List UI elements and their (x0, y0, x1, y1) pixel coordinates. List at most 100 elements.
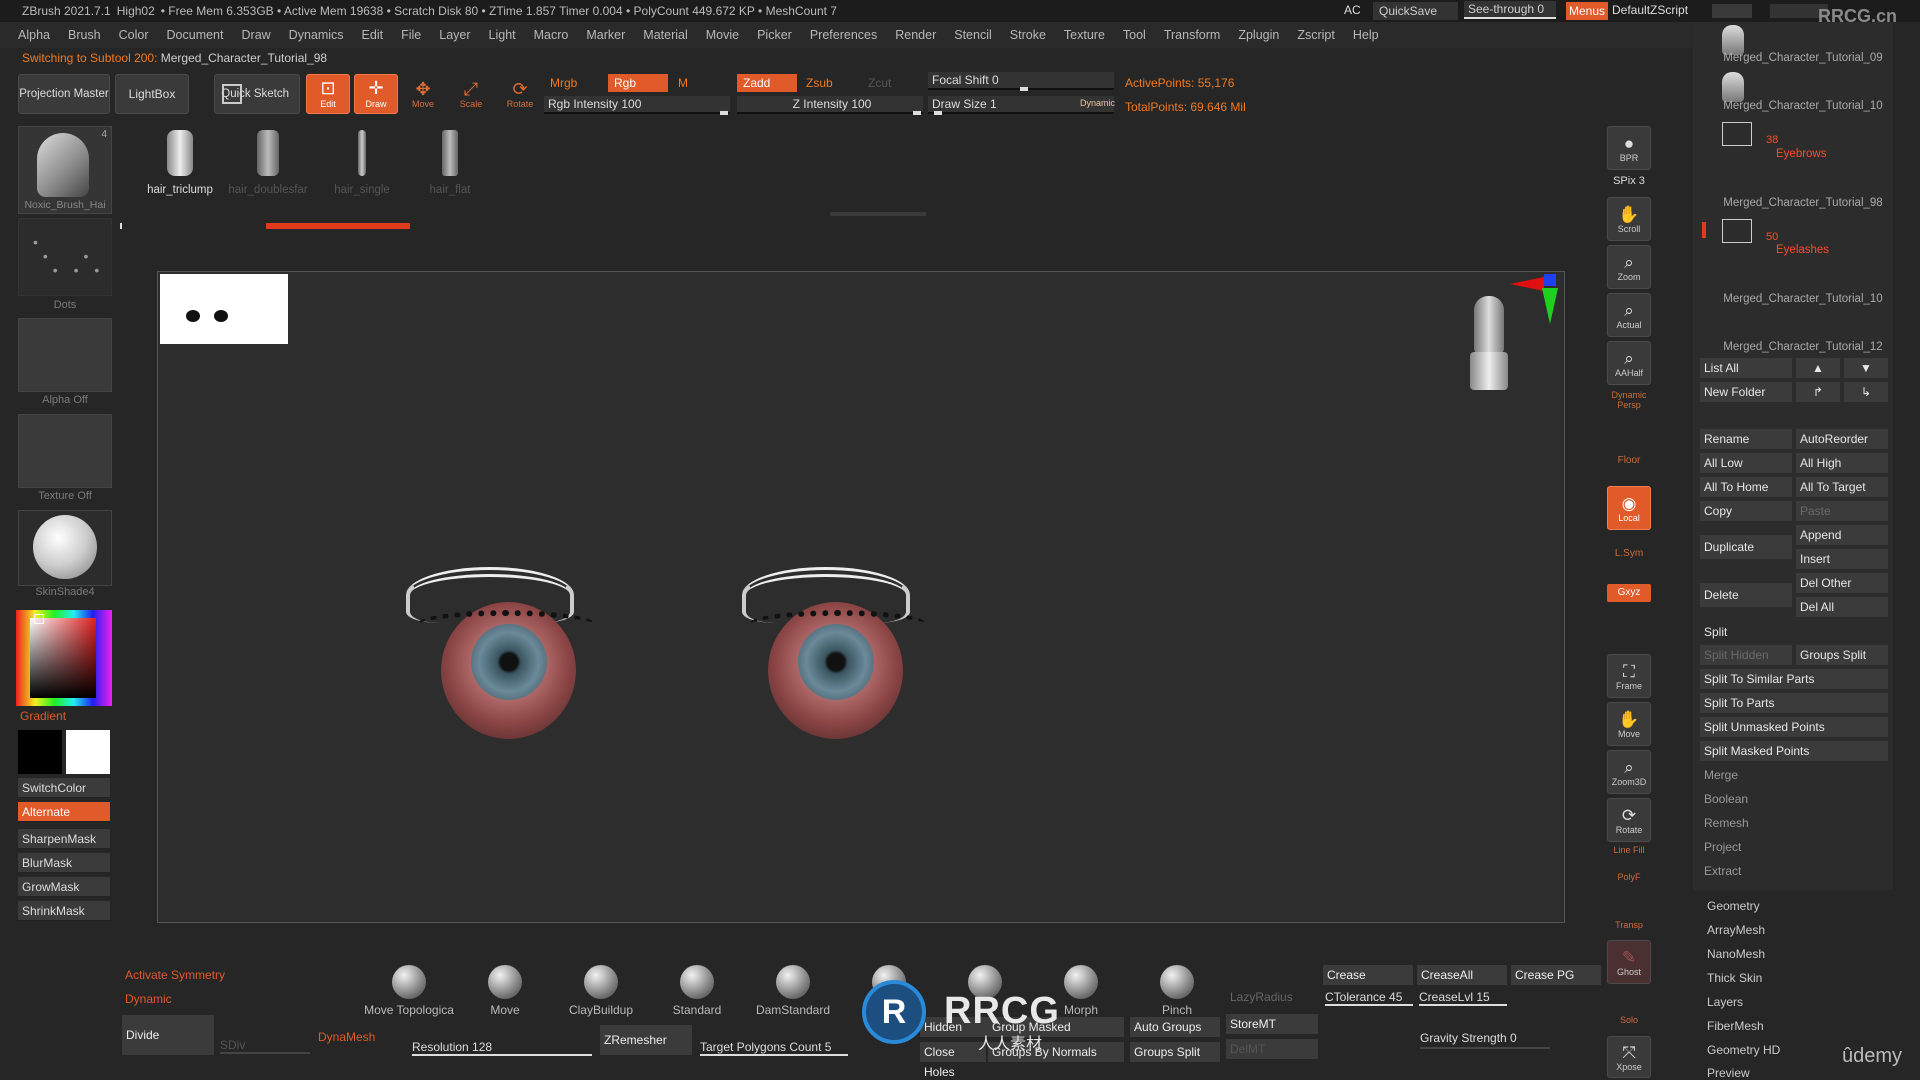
merge-menu[interactable]: Merge (1704, 768, 1738, 782)
resolution-slider[interactable]: Resolution 128 (412, 1040, 592, 1056)
material-thumbnail[interactable] (18, 510, 112, 586)
z-intensity-knob[interactable] (913, 111, 921, 115)
zcut-toggle[interactable]: Zcut (862, 74, 897, 92)
menu-transform[interactable]: Transform (1164, 28, 1221, 42)
brush-strip-item[interactable]: hair_flat (410, 130, 490, 196)
all-to-target-button[interactable]: All To Target (1796, 477, 1888, 497)
new-folder-button[interactable]: New Folder (1700, 382, 1792, 402)
auto-groups-button[interactable]: Auto Groups (1130, 1017, 1220, 1037)
local-button[interactable]: ◉ Local (1607, 486, 1651, 530)
gradient-toggle[interactable]: Gradient (20, 709, 66, 723)
menu-draw[interactable]: Draw (242, 28, 271, 42)
split-menu-header[interactable]: Split (1700, 622, 1888, 642)
activate-symmetry-toggle[interactable]: Activate Symmetry (125, 968, 225, 982)
actual-button[interactable]: ⌕ Actual (1607, 293, 1651, 337)
brush-strip-item[interactable]: hair_triclump (140, 130, 220, 196)
project-menu[interactable]: Project (1704, 840, 1741, 854)
edit-mode-button[interactable]: ⊡ Edit (306, 74, 350, 114)
close-holes-button[interactable]: Close Holes (920, 1042, 986, 1079)
folder-icon[interactable] (1722, 219, 1752, 243)
storemt-button[interactable]: StoreMT (1226, 1014, 1318, 1034)
top-shelf-handle[interactable] (830, 212, 926, 216)
ac-toggle[interactable]: AC (1344, 3, 1361, 17)
default-zscript-button[interactable]: DefaultZScript (1612, 3, 1688, 17)
append-button[interactable]: Append (1796, 525, 1888, 545)
extract-menu[interactable]: Extract (1704, 864, 1741, 878)
linefill-button[interactable]: Line Fill (1605, 845, 1653, 855)
nanomesh-menu[interactable]: NanoMesh (1707, 947, 1765, 961)
menu-zscript[interactable]: Zscript (1297, 28, 1335, 42)
polyf-button[interactable]: PolyF (1605, 872, 1653, 882)
fibermesh-menu[interactable]: FiberMesh (1707, 1019, 1764, 1033)
delmt-button[interactable]: DelMT (1226, 1039, 1318, 1059)
list-all-button[interactable]: List All (1700, 358, 1792, 378)
split-unmasked-button[interactable]: Split Unmasked Points (1700, 717, 1888, 737)
layout-switcher-icon[interactable] (1712, 4, 1752, 18)
alternate-toggle[interactable]: Alternate (18, 802, 110, 822)
copy-button[interactable]: Copy (1700, 501, 1792, 521)
blurmask-button[interactable]: BlurMask (18, 853, 110, 873)
pinch-brush[interactable]: Pinch (1127, 965, 1227, 1017)
creaseall-button[interactable]: CreaseAll (1417, 965, 1507, 985)
subtool-item[interactable]: Merged_Character_Tutorial_98 (1718, 197, 1888, 209)
subtool-item[interactable]: Merged_Character_Tutorial_09 (1718, 52, 1888, 64)
menu-movie[interactable]: Movie (706, 28, 739, 42)
sdiv-slider[interactable]: SDiv (220, 1038, 310, 1054)
shrinkmask-button[interactable]: ShrinkMask (18, 901, 110, 921)
sharpenmask-button[interactable]: SharpenMask (18, 829, 110, 849)
aahalf-button[interactable]: ⌕ AAHalf (1607, 341, 1651, 385)
autoreorder-button[interactable]: AutoReorder (1796, 429, 1888, 449)
move-mode-button[interactable]: ✥ Move (403, 74, 443, 114)
rgb-toggle[interactable]: Rgb (608, 74, 668, 92)
menu-zplugin[interactable]: Zplugin (1238, 28, 1279, 42)
quicksave-button[interactable]: QuickSave (1373, 2, 1458, 20)
creaselvl-slider[interactable]: CreaseLvl 15 (1419, 990, 1507, 1006)
standard-brush[interactable]: Standard (647, 965, 747, 1017)
split-masked-button[interactable]: Split Masked Points (1700, 741, 1888, 761)
scroll-button[interactable]: ✋ Scroll (1607, 197, 1651, 241)
lazyradius-slider[interactable]: LazyRadius (1230, 990, 1293, 1004)
menu-color[interactable]: Color (119, 28, 149, 42)
menu-stroke[interactable]: Stroke (1010, 28, 1046, 42)
insert-button[interactable]: Insert (1796, 549, 1888, 569)
thick-skin-menu[interactable]: Thick Skin (1707, 971, 1762, 985)
divide-button[interactable]: Divide (122, 1015, 214, 1055)
groups-split-button[interactable]: Groups Split (1796, 645, 1888, 665)
subtool-item[interactable]: Merged_Character_Tutorial_10 (1718, 293, 1888, 305)
document-canvas[interactable] (157, 271, 1565, 923)
focal-shift-slider[interactable]: Focal Shift 0 (928, 72, 1114, 91)
m-toggle[interactable]: M (672, 74, 694, 92)
growmask-button[interactable]: GrowMask (18, 877, 110, 897)
menu-material[interactable]: Material (643, 28, 687, 42)
damstandard-brush[interactable]: DamStandard (743, 965, 843, 1017)
brush-thumbnail[interactable]: 4 Noxic_Brush_Hai (18, 126, 112, 214)
gravity-strength-slider[interactable]: Gravity Strength 0 (1420, 1031, 1550, 1049)
menu-stencil[interactable]: Stencil (954, 28, 992, 42)
dynamic-subdiv-toggle[interactable]: Dynamic (125, 992, 172, 1006)
mrgb-toggle[interactable]: Mrgb (544, 74, 583, 92)
del-all-button[interactable]: Del All (1796, 597, 1888, 617)
move-up-button[interactable]: ▲ (1796, 358, 1840, 378)
menu-texture[interactable]: Texture (1064, 28, 1105, 42)
transp-button[interactable]: Transp (1605, 920, 1653, 930)
boolean-menu[interactable]: Boolean (1704, 792, 1748, 806)
brush-strip-item[interactable]: hair_doublesfar (228, 130, 308, 196)
split-similar-parts-button[interactable]: Split To Similar Parts (1700, 669, 1888, 689)
xpose-button[interactable]: ⤧ Xpose (1607, 1036, 1651, 1078)
lsym-button[interactable]: L.Sym (1605, 548, 1653, 559)
move-into-folder-button[interactable]: ↱ (1796, 382, 1840, 402)
rename-button[interactable]: Rename (1700, 429, 1792, 449)
menu-brush[interactable]: Brush (68, 28, 101, 42)
spix-slider[interactable]: SPix 3 (1607, 175, 1651, 187)
zoom-button[interactable]: ⌕ Zoom (1607, 245, 1651, 289)
dynamesh-button[interactable]: DynaMesh (318, 1030, 375, 1044)
claybuildup-brush[interactable]: ClayBuildup (551, 965, 651, 1017)
split-to-parts-button[interactable]: Split To Parts (1700, 693, 1888, 713)
zsub-toggle[interactable]: Zsub (800, 74, 839, 92)
menu-tool[interactable]: Tool (1123, 28, 1146, 42)
dynamic-size-toggle[interactable]: Dynamic (1080, 98, 1115, 108)
paste-button[interactable]: Paste (1796, 501, 1888, 521)
main-color-swatch[interactable] (18, 730, 62, 774)
draw-size-knob[interactable] (934, 111, 942, 115)
folder-eyebrows[interactable]: Eyebrows (1776, 148, 1827, 160)
